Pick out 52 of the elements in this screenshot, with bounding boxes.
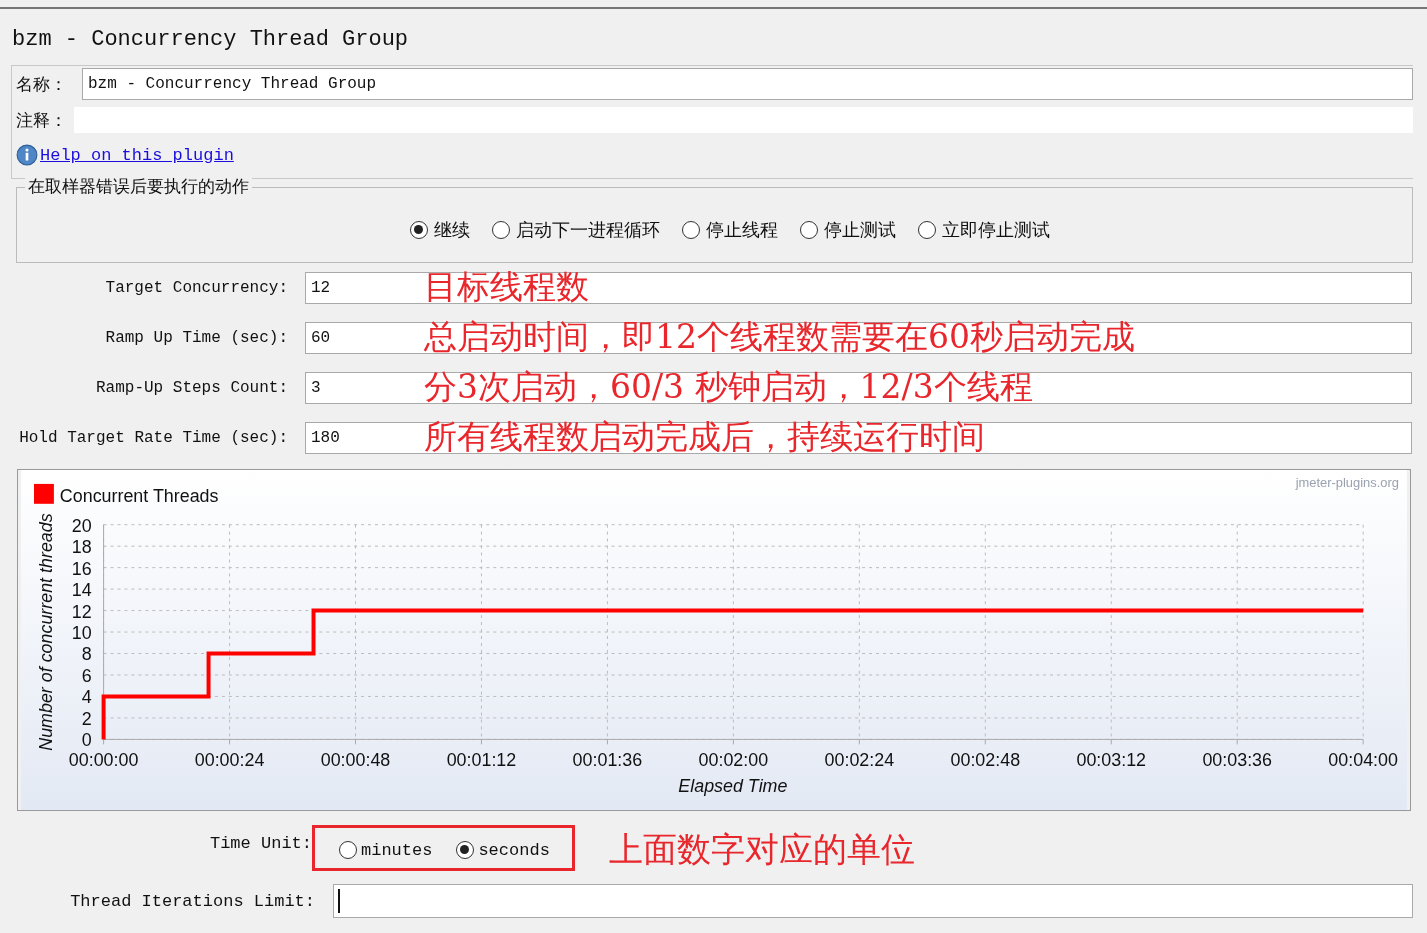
panel-title: bzm - Concurrency Thread Group: [11, 26, 410, 54]
y-axis-title: Number of concurrent threads: [35, 513, 56, 751]
field-label: Ramp Up Time (sec):: [104, 329, 289, 347]
info-icon: [16, 144, 38, 166]
radio-option[interactable]: minutes: [339, 840, 433, 860]
name-field[interactable]: bzm - Concurrency Thread Group: [82, 68, 1413, 100]
x-tick-label: 00:03:36: [1202, 750, 1272, 771]
x-tick-label: 00:03:12: [1076, 750, 1147, 771]
x-tick-label: 00:01:36: [572, 750, 643, 771]
field-label: Thread Iterations Limit:: [69, 891, 316, 911]
legend-label: Concurrent Threads: [59, 485, 219, 506]
input-field[interactable]: 60 总启动时间，即12个线程数需要在60秒启动完成: [305, 322, 1412, 354]
x-tick-label: 00:02:00: [698, 750, 769, 771]
input-field[interactable]: 12 目标线程数: [305, 272, 1412, 304]
x-tick-label: 00:00:24: [194, 750, 265, 771]
y-tick-label: 14: [71, 580, 92, 601]
help-link[interactable]: Help on this plugin: [40, 145, 234, 165]
comment-label: 注释：: [16, 108, 68, 132]
input-field[interactable]: 3 分3次启动，60/3 秒钟启动，12/3个线程: [305, 372, 1412, 404]
y-tick-label: 12: [71, 601, 92, 622]
y-tick-label: 0: [81, 730, 92, 751]
y-tick-label: 10: [71, 623, 92, 643]
watermark-text: jmeter-plugins.org: [1295, 474, 1399, 490]
input-field[interactable]: [333, 884, 1413, 918]
y-tick-label: 4: [81, 687, 92, 708]
name-label: 名称：: [16, 72, 68, 96]
annotation-text: 上面数字对应的单位: [608, 828, 915, 871]
x-tick-label: 00:01:12: [446, 750, 517, 771]
x-tick-label: 00:02:24: [824, 750, 895, 771]
radio-option[interactable]: 停止测试: [799, 218, 896, 242]
radio-option[interactable]: 立即停止测试: [917, 218, 1050, 242]
field-label: Ramp-Up Steps Count:: [94, 379, 289, 397]
x-tick-label: 00:02:48: [950, 750, 1021, 771]
field-label: Hold Target Rate Time (sec):: [18, 429, 289, 447]
y-tick-label: 6: [81, 665, 92, 686]
radio-option[interactable]: 启动下一进程循环: [491, 218, 660, 242]
y-tick-label: 8: [81, 644, 92, 665]
radio-option[interactable]: seconds: [456, 840, 550, 860]
radio-option[interactable]: 停止线程: [681, 218, 778, 242]
x-tick-label: 00:00:48: [320, 750, 391, 771]
y-tick-label: 20: [71, 515, 92, 536]
y-tick-label: 18: [71, 537, 92, 558]
y-tick-label: 2: [81, 708, 92, 729]
x-tick-label: 00:04:00: [1328, 750, 1398, 771]
field-label: Target Concurrency:: [104, 279, 289, 297]
radio-option[interactable]: 继续: [409, 218, 470, 242]
field-label: Time Unit:: [208, 833, 312, 853]
x-tick-label: 00:00:00: [68, 750, 139, 771]
group-title: 在取样器错误后要执行的动作: [25, 175, 252, 198]
y-tick-label: 16: [71, 558, 92, 579]
x-axis-title: Elapsed Time: [678, 776, 788, 797]
input-field[interactable]: 180 所有线程数启动完成后，持续运行时间: [305, 422, 1412, 454]
